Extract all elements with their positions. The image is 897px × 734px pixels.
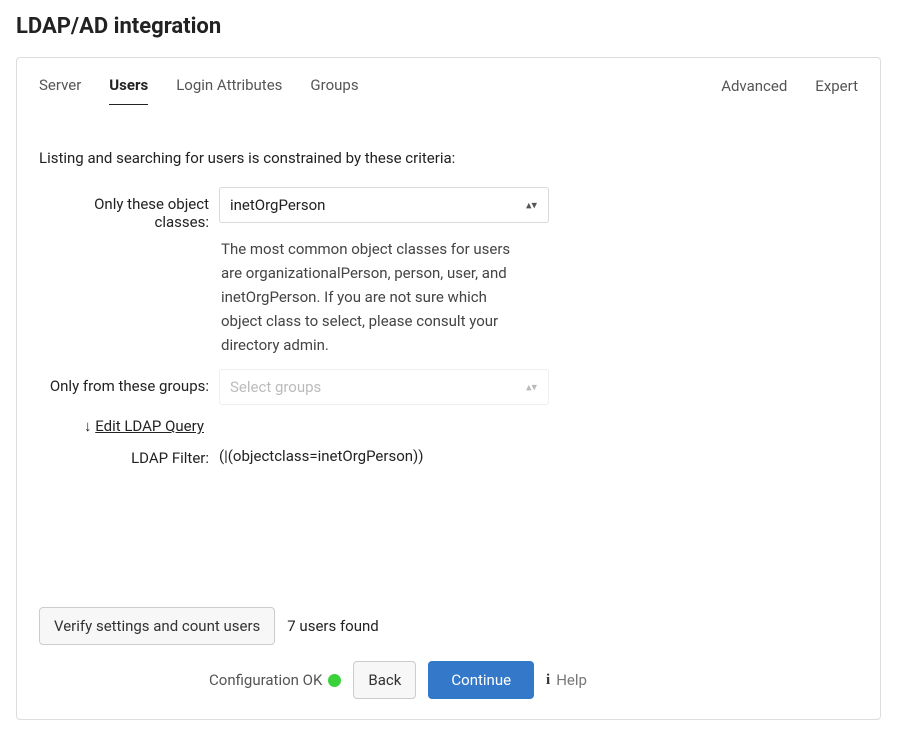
- tabs-row: Server Users Login Attributes Groups Adv…: [39, 76, 858, 105]
- select-groups[interactable]: ▴▾: [219, 369, 549, 405]
- users-found-text: 7 users found: [287, 617, 378, 635]
- verify-row: Verify settings and count users 7 users …: [39, 607, 858, 645]
- tab-users[interactable]: Users: [109, 76, 148, 105]
- label-groups: Only from these groups:: [39, 369, 219, 395]
- label-ldap-filter: LDAP Filter:: [39, 447, 219, 467]
- tab-groups[interactable]: Groups: [310, 76, 358, 105]
- edit-ldap-query-link[interactable]: Edit LDAP Query: [95, 417, 204, 435]
- row-ldap-filter: LDAP Filter: (|(objectclass=inetOrgPerso…: [39, 447, 858, 467]
- ldap-filter-value: (|(objectclass=inetOrgPerson)): [219, 447, 424, 465]
- back-button[interactable]: Back: [353, 661, 416, 699]
- help-label: Help: [556, 671, 587, 689]
- info-icon: i: [546, 672, 550, 689]
- status-label: Configuration OK: [209, 671, 322, 689]
- configuration-status: Configuration OK: [209, 671, 341, 689]
- verify-button[interactable]: Verify settings and count users: [39, 607, 275, 645]
- intro-text: Listing and searching for users is const…: [39, 149, 858, 167]
- arrow-down-icon: ↓: [84, 417, 92, 435]
- input-groups[interactable]: [219, 369, 549, 405]
- tabs-right: Advanced Expert: [721, 77, 858, 105]
- input-object-classes[interactable]: [219, 187, 549, 223]
- tab-advanced[interactable]: Advanced: [721, 77, 787, 105]
- settings-panel: Server Users Login Attributes Groups Adv…: [16, 57, 881, 720]
- footer: Verify settings and count users 7 users …: [39, 607, 858, 699]
- tabs-left: Server Users Login Attributes Groups: [39, 76, 359, 105]
- help-link[interactable]: i Help: [546, 671, 587, 689]
- hint-object-classes: The most common object classes for users…: [221, 237, 521, 357]
- tab-login-attributes[interactable]: Login Attributes: [176, 76, 282, 105]
- bottom-row: Configuration OK Back Continue i Help: [209, 661, 858, 699]
- page-title: LDAP/AD integration: [16, 14, 881, 39]
- tab-expert[interactable]: Expert: [815, 77, 858, 105]
- select-object-classes[interactable]: ▴▾: [219, 187, 549, 223]
- row-groups: Only from these groups: ▴▾: [39, 369, 858, 405]
- status-dot-icon: [328, 674, 341, 687]
- continue-button[interactable]: Continue: [428, 661, 534, 699]
- row-object-classes: Only these object classes: ▴▾ The most c…: [39, 187, 858, 357]
- row-edit-query: ↓ Edit LDAP Query: [39, 417, 858, 435]
- tab-server[interactable]: Server: [39, 76, 81, 105]
- label-object-classes: Only these object classes:: [39, 187, 219, 231]
